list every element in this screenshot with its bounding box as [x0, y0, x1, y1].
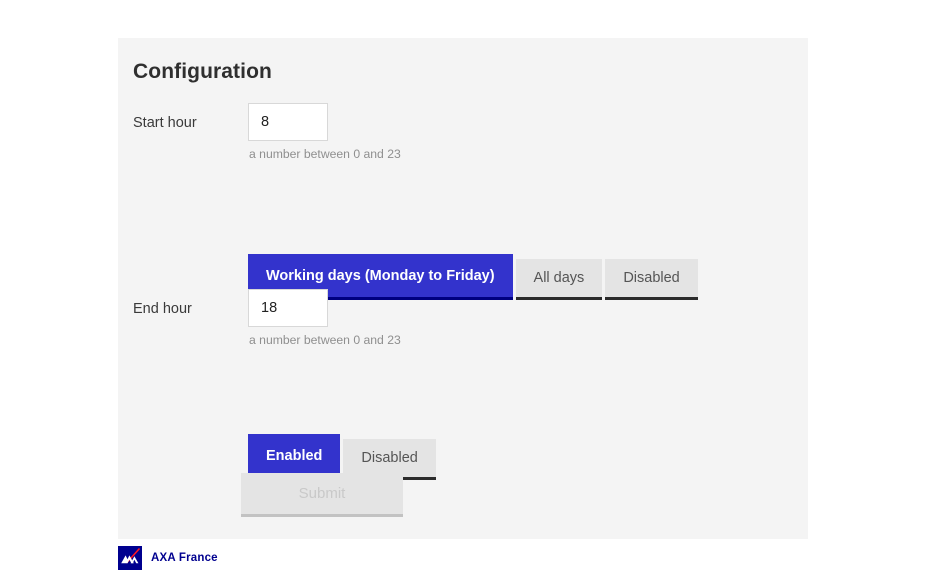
configuration-card: Configuration Start hour a number betwee…: [118, 38, 808, 539]
day-mode-option-disabled[interactable]: Disabled: [605, 259, 698, 300]
page-title: Configuration: [133, 60, 272, 83]
footer-label: AXA France: [151, 552, 218, 564]
submit-button[interactable]: Submit: [241, 473, 403, 517]
end-hour-hint: a number between 0 and 23: [249, 333, 401, 347]
axa-logo-icon: [118, 546, 142, 570]
day-mode-option-all-days[interactable]: All days: [515, 259, 603, 300]
start-hour-hint: a number between 0 and 23: [249, 147, 401, 161]
start-hour-label: Start hour: [133, 115, 197, 131]
end-hour-label: End hour: [133, 301, 192, 317]
start-hour-input[interactable]: [248, 103, 328, 141]
footer: AXA France: [118, 546, 218, 570]
end-hour-input[interactable]: [248, 289, 328, 327]
